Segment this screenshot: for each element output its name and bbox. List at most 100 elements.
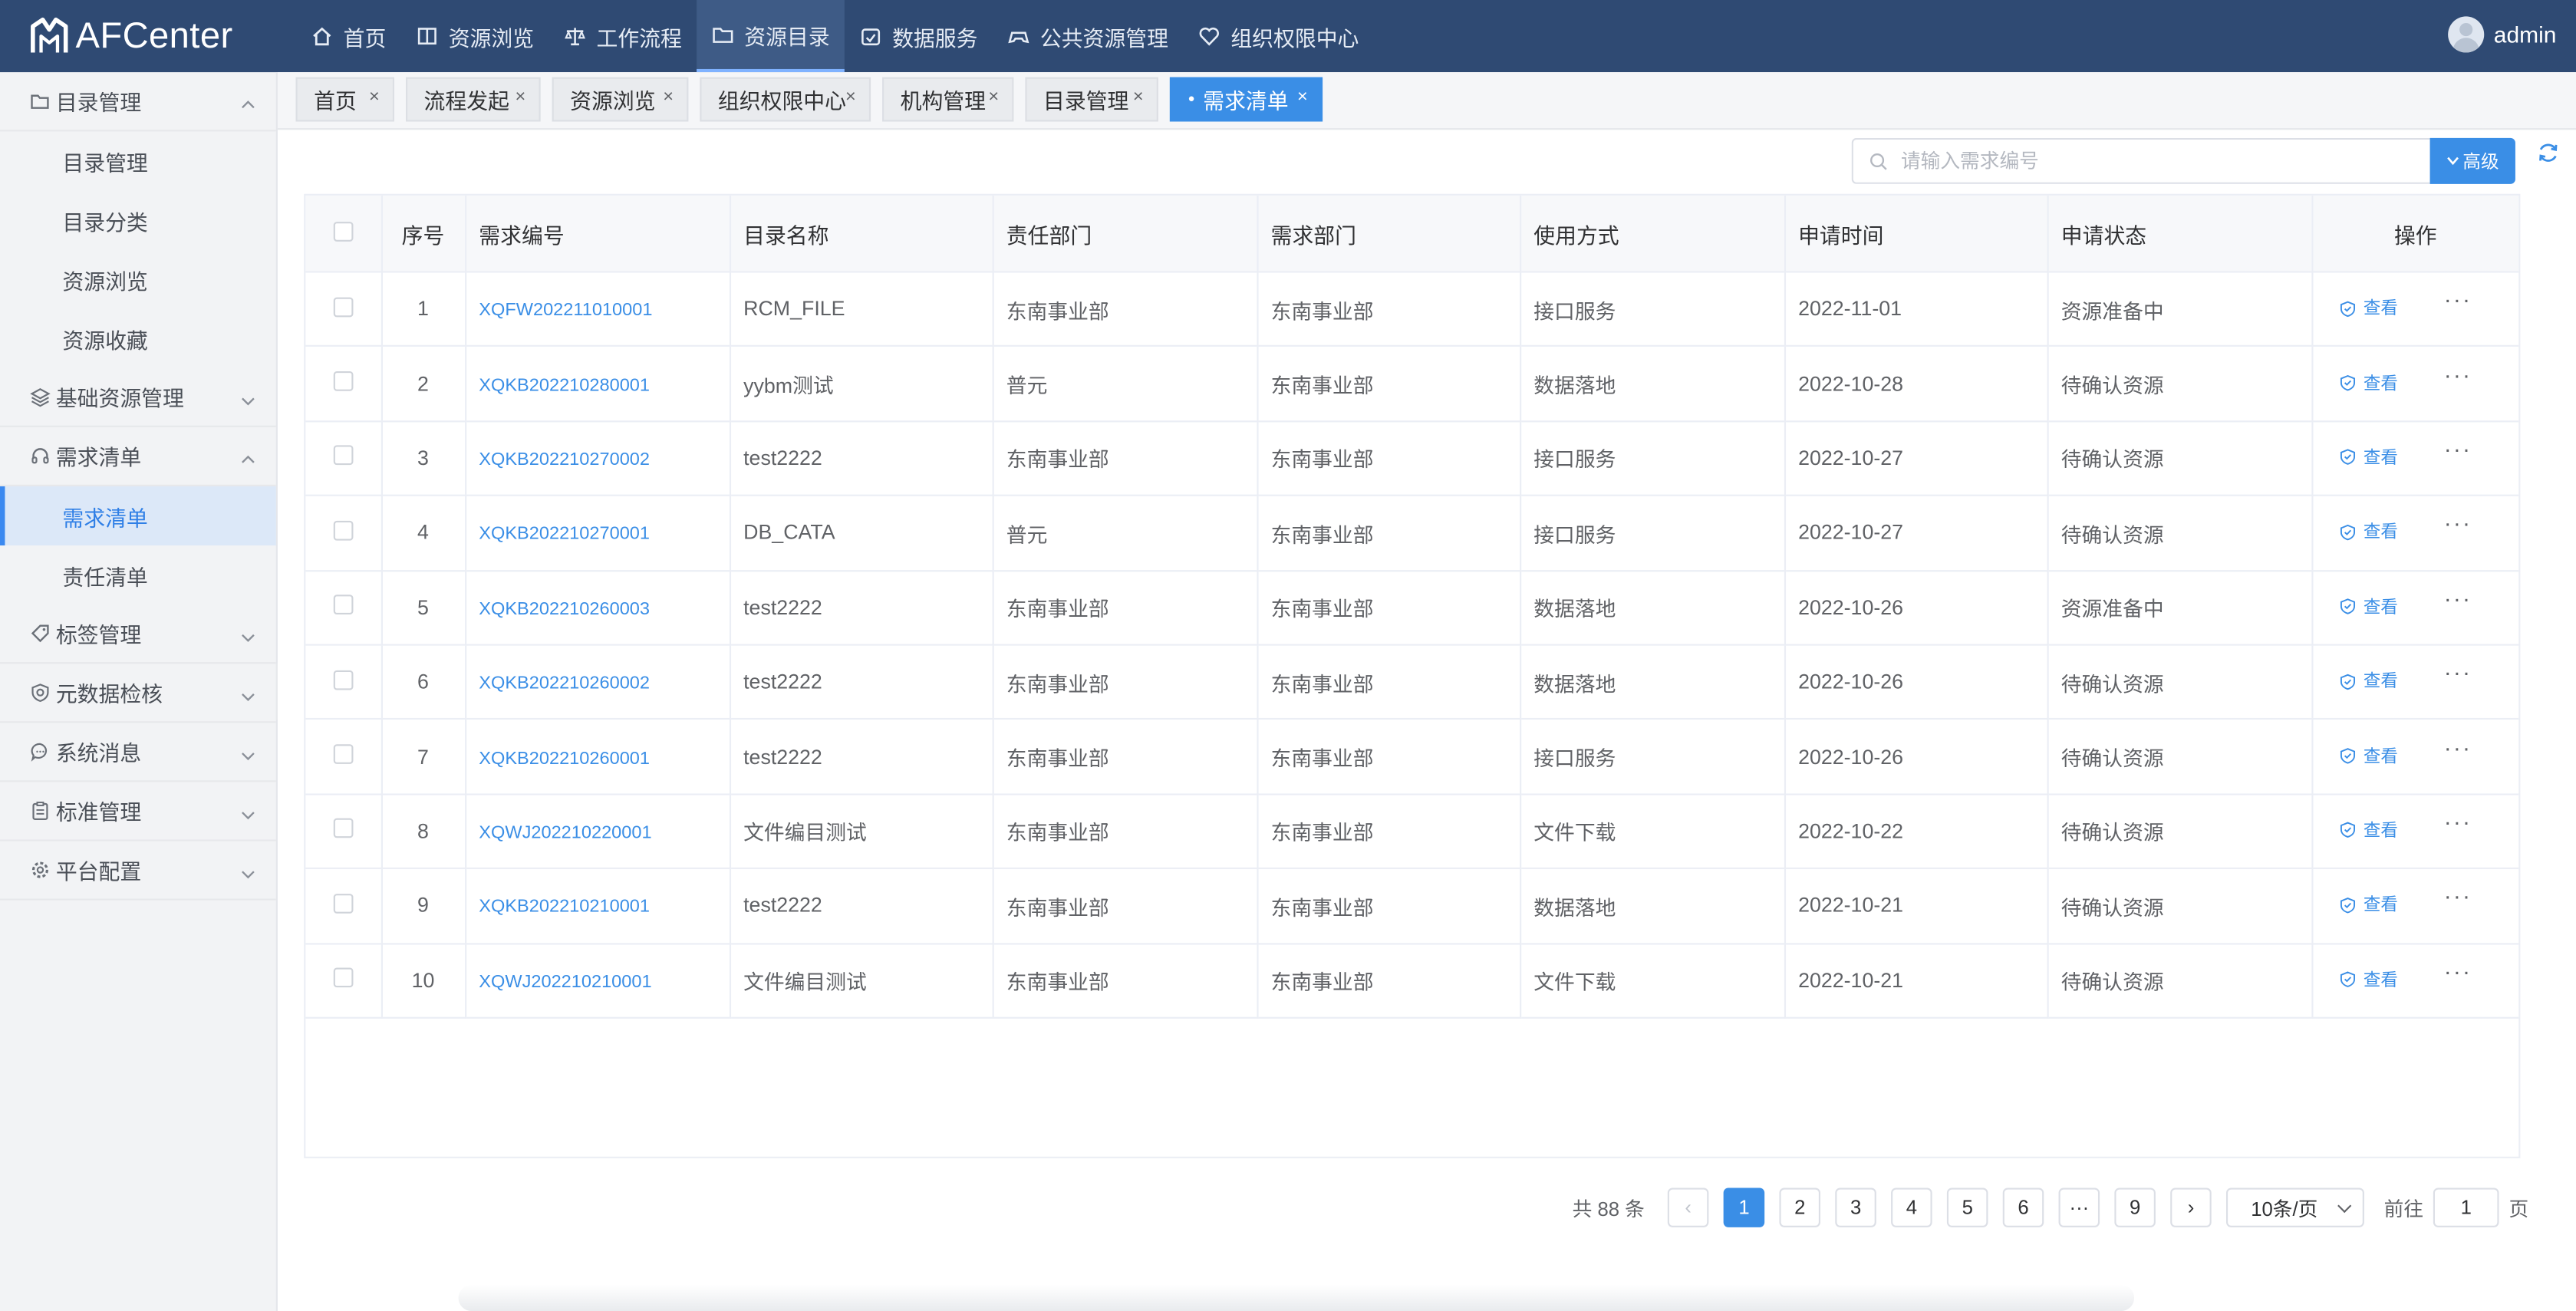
next-page-button[interactable]: › (2170, 1187, 2212, 1227)
view-button[interactable]: 查看 (2339, 818, 2398, 842)
more-actions-icon[interactable]: ··· (2444, 809, 2472, 835)
tab-0[interactable]: 首页 × (295, 77, 395, 122)
table-row[interactable]: 10 XQWJ202210210001 文件编目测试 东南事业部 东南事业部 文件下载 20… (305, 943, 2519, 1019)
requirement-id-link[interactable]: XQKB202210260003 (479, 599, 650, 619)
view-button[interactable]: 查看 (2339, 743, 2398, 768)
user-menu[interactable]: admin (2447, 16, 2556, 53)
more-actions-icon[interactable]: ··· (2444, 733, 2472, 759)
sidebar-item-2-1[interactable]: 责任清单 (0, 545, 276, 604)
more-actions-icon[interactable]: ··· (2444, 585, 2472, 611)
view-button[interactable]: 查看 (2339, 967, 2398, 992)
prev-page-button[interactable]: ‹ (1667, 1187, 1709, 1227)
close-icon[interactable]: × (663, 87, 674, 107)
select-all-checkbox[interactable] (333, 221, 353, 241)
row-checkbox[interactable] (333, 744, 353, 764)
requirement-id-link[interactable]: XQWJ202210220001 (479, 823, 651, 843)
row-checkbox[interactable] (333, 446, 353, 466)
view-button[interactable]: 查看 (2339, 520, 2398, 545)
sidebar-item-0-3[interactable]: 资源收藏 (0, 309, 276, 368)
table-row[interactable]: 4 XQKB202210270001 DB_CATA 普元 东南事业部 接口服务 2022-… (305, 496, 2519, 572)
close-icon[interactable]: × (516, 87, 526, 107)
topnav-item-3[interactable]: 资源目录 (697, 0, 845, 73)
topnav-item-2[interactable]: 工作流程 (548, 0, 697, 72)
topnav-item-5[interactable]: 公共资源管理 (993, 0, 1183, 72)
close-icon[interactable]: × (845, 87, 856, 107)
close-icon[interactable]: × (1297, 87, 1308, 107)
search-input[interactable] (1897, 147, 2397, 175)
tab-5[interactable]: 目录管理 × (1025, 77, 1158, 122)
more-actions-icon[interactable]: ··· (2444, 361, 2472, 387)
close-icon[interactable]: × (1133, 87, 1144, 107)
page-button[interactable]: 9 (2114, 1187, 2156, 1227)
requirement-id-link[interactable]: XQKB202210210001 (479, 898, 650, 917)
sidebar-group-2[interactable]: 需求清单 (0, 427, 276, 486)
row-checkbox[interactable] (333, 595, 353, 615)
row-checkbox[interactable] (333, 893, 353, 914)
page-button[interactable]: 6 (2002, 1187, 2044, 1227)
more-actions-icon[interactable]: ··· (2444, 957, 2472, 983)
table-row[interactable]: 7 XQKB202210260001 test2222 东南事业部 东南事业部 接口服务 2… (305, 719, 2519, 795)
view-button[interactable]: 查看 (2339, 296, 2398, 321)
sidebar-group-0[interactable]: 目录管理 (0, 72, 276, 132)
logo[interactable]: AFCenter (26, 13, 232, 59)
row-checkbox[interactable] (333, 371, 353, 391)
sidebar-group-5[interactable]: 系统消息 (0, 723, 276, 782)
tab-3[interactable]: 组织权限中心 × (700, 77, 871, 122)
requirement-id-link[interactable]: XQKB202210260001 (479, 749, 650, 769)
page-button[interactable]: 2 (1779, 1187, 1821, 1227)
row-checkbox[interactable] (333, 819, 353, 839)
table-row[interactable]: 6 XQKB202210260002 test2222 东南事业部 东南事业部 数据落地 2… (305, 644, 2519, 720)
requirement-id-link[interactable]: XQKB202210270002 (479, 450, 650, 470)
view-button[interactable]: 查看 (2339, 669, 2398, 693)
refresh-icon[interactable] (2537, 141, 2560, 164)
table-row[interactable]: 1 XQFW202211010001 RCM_FILE 东南事业部 东南事业部 接口服务 2… (305, 272, 2519, 348)
page-size-select[interactable]: 10条/页 (2226, 1187, 2364, 1227)
more-actions-icon[interactable]: ··· (2444, 510, 2472, 536)
more-actions-icon[interactable]: ··· (2444, 286, 2472, 312)
topnav-item-4[interactable]: 数据服务 (845, 0, 993, 72)
goto-page-input[interactable]: 1 (2433, 1187, 2499, 1227)
view-button[interactable]: 查看 (2339, 445, 2398, 469)
sidebar-group-6[interactable]: 标准管理 (0, 782, 276, 842)
more-actions-icon[interactable]: ··· (2444, 883, 2472, 909)
row-checkbox[interactable] (333, 967, 353, 988)
row-checkbox[interactable] (333, 520, 353, 541)
tab-1[interactable]: 流程发起 × (405, 77, 541, 122)
sidebar-group-1[interactable]: 基础资源管理 (0, 368, 276, 427)
sidebar-group-3[interactable]: 标签管理 (0, 604, 276, 664)
topnav-item-1[interactable]: 资源浏览 (401, 0, 549, 72)
topnav-item-0[interactable]: 首页 (296, 0, 401, 72)
sidebar-item-2-0[interactable]: 需求清单 (0, 486, 276, 546)
table-row[interactable]: 8 XQWJ202210220001 文件编目测试 东南事业部 东南事业部 文件下载 202… (305, 793, 2519, 870)
more-actions-icon[interactable]: ··· (2444, 435, 2472, 461)
row-checkbox[interactable] (333, 296, 353, 317)
advanced-search-button[interactable]: 高级 (2429, 137, 2515, 184)
sidebar-item-0-2[interactable]: 资源浏览 (0, 250, 276, 309)
page-button[interactable]: 1 (1723, 1187, 1765, 1227)
page-ellipsis[interactable]: ··· (2058, 1187, 2100, 1227)
row-checkbox[interactable] (333, 670, 353, 690)
sidebar-item-0-0[interactable]: 目录管理 (0, 131, 276, 190)
sidebar-group-7[interactable]: 平台配置 (0, 842, 276, 901)
topnav-item-6[interactable]: 组织权限中心 (1183, 0, 1373, 72)
table-row[interactable]: 3 XQKB202210270002 test2222 东南事业部 东南事业部 接口服务 2… (305, 420, 2519, 497)
requirement-id-link[interactable]: XQWJ202210210001 (479, 972, 651, 992)
page-button[interactable]: 5 (1946, 1187, 1988, 1227)
close-icon[interactable]: × (369, 87, 380, 107)
tab-2[interactable]: 资源浏览 × (552, 77, 689, 122)
page-button[interactable]: 3 (1835, 1187, 1876, 1227)
sidebar-item-0-1[interactable]: 目录分类 (0, 190, 276, 249)
table-row[interactable]: 2 XQKB202210280001 yybm测试 普元 东南事业部 数据落地 2022-1… (305, 346, 2519, 422)
tab-4[interactable]: 机构管理 × (882, 77, 1014, 122)
close-icon[interactable]: × (988, 87, 999, 107)
view-button[interactable]: 查看 (2339, 371, 2398, 395)
table-row[interactable]: 5 XQKB202210260003 test2222 东南事业部 东南事业部 数据落地 2… (305, 570, 2519, 646)
requirement-id-link[interactable]: XQKB202210280001 (479, 376, 650, 396)
more-actions-icon[interactable]: ··· (2444, 659, 2472, 685)
requirement-id-link[interactable]: XQKB202210270001 (479, 525, 650, 545)
view-button[interactable]: 查看 (2339, 595, 2398, 619)
requirement-id-link[interactable]: XQFW202211010001 (479, 301, 652, 321)
requirement-id-link[interactable]: XQKB202210260002 (479, 674, 650, 693)
view-button[interactable]: 查看 (2339, 893, 2398, 917)
tab-6[interactable]: ● 需求清单 × (1169, 77, 1323, 122)
